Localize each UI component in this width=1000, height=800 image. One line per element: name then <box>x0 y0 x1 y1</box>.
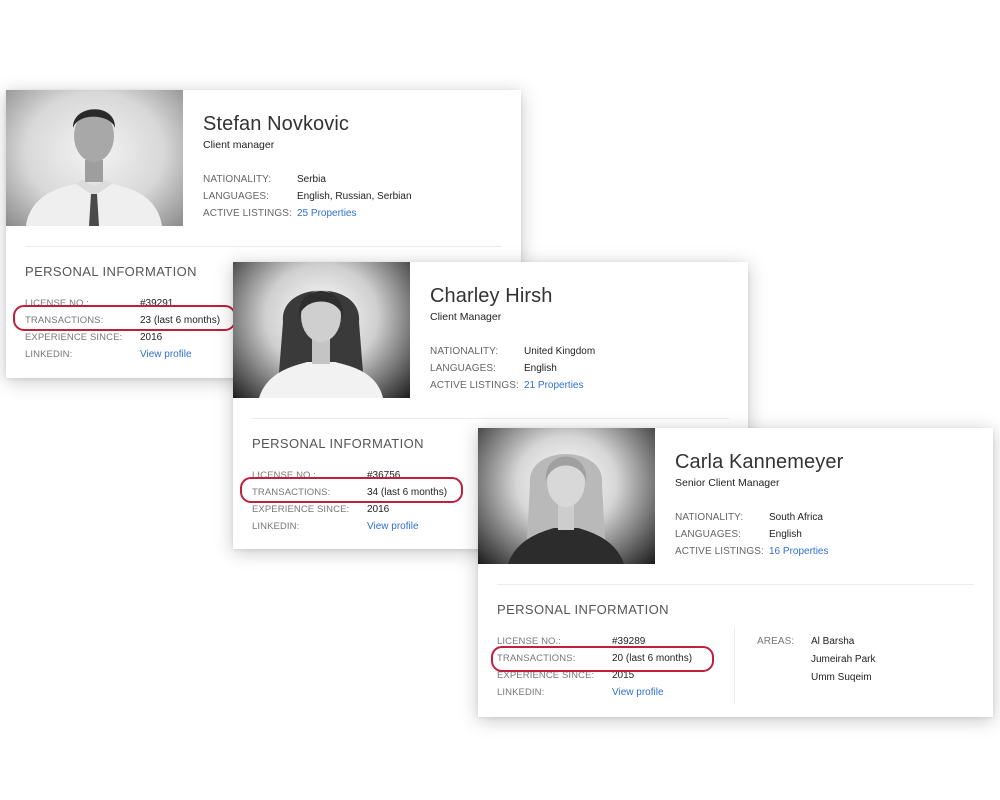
license-value: #36756 <box>367 470 401 481</box>
areas: AREAS: Al Barsha Jumeirah Park Umm Suqei… <box>757 633 875 687</box>
agent-facts: NATIONALITY: United Kingdom LANGUAGES: Eng… <box>430 343 595 394</box>
transactions-label: TRANSACTIONS: <box>25 315 104 326</box>
languages-label: LANGUAGES: <box>203 191 270 202</box>
personal-info-heading: PERSONAL INFORMATION <box>25 264 197 279</box>
agent-title: Client manager <box>203 139 275 151</box>
portrait-woman <box>259 290 383 398</box>
areas-label: AREAS: <box>757 636 795 647</box>
agent-card-carla: Carla Kannemeyer Senior Client Manager N… <box>478 428 993 717</box>
license-label: LICENSE NO.: <box>25 298 90 309</box>
active-listings-link[interactable]: 25 Properties <box>297 205 356 222</box>
experience-label: EXPERIENCE SINCE: <box>25 332 123 343</box>
languages-label: LANGUAGES: <box>675 529 742 540</box>
linkedin-label: LINKEDIN: <box>25 349 73 360</box>
active-listings-label: ACTIVE LISTINGS: <box>203 208 292 219</box>
agent-title: Senior Client Manager <box>675 477 780 489</box>
experience-label: EXPERIENCE SINCE: <box>497 670 595 681</box>
nationality-value: South Africa <box>769 512 823 523</box>
nationality-label: NATIONALITY: <box>675 512 744 523</box>
linkedin-label: LINKEDIN: <box>252 521 300 532</box>
area-item: Jumeirah Park <box>811 654 876 665</box>
agent-facts: NATIONALITY: South Africa LANGUAGES: Engli… <box>675 509 828 560</box>
languages-value: English <box>524 363 557 374</box>
agent-name: Carla Kannemeyer <box>675 451 844 473</box>
agent-name: Charley Hirsh <box>430 285 553 307</box>
license-label: LICENSE NO.: <box>252 470 317 481</box>
nationality-value: United Kingdom <box>524 346 596 357</box>
agent-facts: NATIONALITY: Serbia LANGUAGES: English, Ru… <box>203 171 412 222</box>
nationality-value: Serbia <box>297 174 326 185</box>
areas-divider <box>734 628 735 704</box>
nationality-label: NATIONALITY: <box>203 174 272 185</box>
agent-title: Client Manager <box>430 311 502 323</box>
personal-info: LICENSE NO.: #39291 TRANSACTIONS: 23 (last… <box>25 295 220 363</box>
transactions-value: 20 (last 6 months) <box>612 653 693 664</box>
personal-info: LICENSE NO.: #36756 TRANSACTIONS: 34 (last… <box>252 467 447 535</box>
experience-value: 2016 <box>367 504 390 515</box>
divider <box>497 584 974 585</box>
active-listings-link[interactable]: 21 Properties <box>524 377 583 394</box>
agent-photo <box>478 428 655 564</box>
portrait-woman <box>508 454 624 564</box>
active-listings-label: ACTIVE LISTINGS: <box>675 546 764 557</box>
transactions-label: TRANSACTIONS: <box>497 653 576 664</box>
agent-photo <box>6 90 183 226</box>
divider <box>25 246 502 247</box>
linkedin-link[interactable]: View profile <box>367 518 419 535</box>
experience-value: 2016 <box>140 332 163 343</box>
linkedin-link[interactable]: View profile <box>140 346 192 363</box>
active-listings-label: ACTIVE LISTINGS: <box>430 380 519 391</box>
transactions-value: 34 (last 6 months) <box>367 487 448 498</box>
languages-label: LANGUAGES: <box>430 363 497 374</box>
area-item: Al Barsha <box>811 636 855 647</box>
experience-value: 2015 <box>612 670 635 681</box>
transactions-label: TRANSACTIONS: <box>252 487 331 498</box>
experience-label: EXPERIENCE SINCE: <box>252 504 350 515</box>
license-label: LICENSE NO.: <box>497 636 562 647</box>
languages-value: English <box>769 529 802 540</box>
license-value: #39291 <box>140 298 174 309</box>
area-item: Umm Suqeim <box>811 672 872 683</box>
divider <box>252 418 729 419</box>
personal-info-heading: PERSONAL INFORMATION <box>252 436 424 451</box>
areas-list: Al Barsha Jumeirah Park Umm Suqeim <box>811 633 875 687</box>
linkedin-label: LINKEDIN: <box>497 687 545 698</box>
agent-photo <box>233 262 410 398</box>
nationality-label: NATIONALITY: <box>430 346 499 357</box>
active-listings-link[interactable]: 16 Properties <box>769 543 828 560</box>
portrait-man <box>26 109 162 226</box>
agent-name: Stefan Novkovic <box>203 113 350 135</box>
license-value: #39289 <box>612 636 646 647</box>
personal-info: LICENSE NO.: #39289 TRANSACTIONS: 20 (last… <box>497 633 692 701</box>
transactions-value: 23 (last 6 months) <box>140 315 221 326</box>
personal-info-heading: PERSONAL INFORMATION <box>497 602 669 617</box>
languages-value: English, Russian, Serbian <box>297 191 412 202</box>
linkedin-link[interactable]: View profile <box>612 684 664 701</box>
